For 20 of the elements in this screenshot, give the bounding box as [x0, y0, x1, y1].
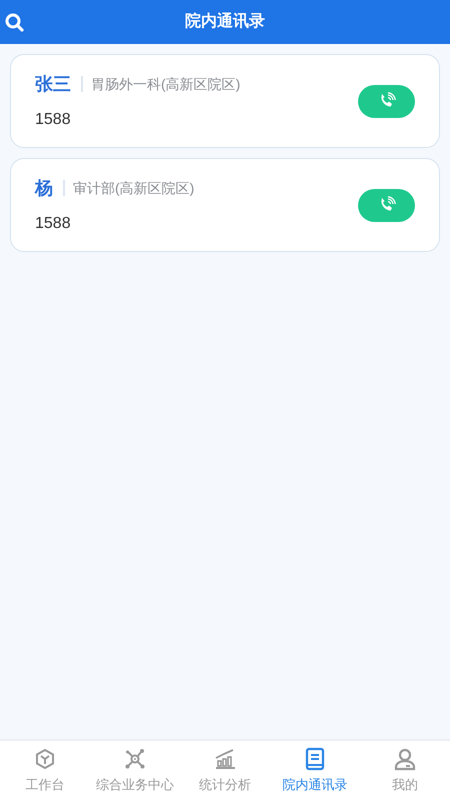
tab-item[interactable]: 院内通讯录	[270, 741, 360, 800]
cube-icon	[33, 746, 57, 771]
tab-item[interactable]: 综合业务中心	[90, 741, 180, 800]
department-label: 胃肠外一科(高新区院区)	[91, 74, 240, 94]
call-button[interactable]	[358, 188, 415, 222]
network-icon	[123, 746, 147, 771]
page-title: 院内通讯录	[185, 11, 265, 32]
user-icon	[393, 746, 417, 771]
tab-item[interactable]: 统计分析	[180, 741, 270, 800]
bar-chart-icon	[213, 746, 237, 771]
call-button[interactable]	[358, 84, 415, 118]
department-label: 审计部(高新区院区)	[73, 178, 194, 198]
tab-item[interactable]: 工作台	[0, 741, 90, 800]
search-icon[interactable]	[5, 13, 24, 32]
contact-name: 杨	[35, 176, 53, 200]
phone-number: 1588	[35, 214, 72, 234]
tab-item[interactable]: 我的	[360, 741, 450, 800]
contact-name: 张三	[35, 72, 71, 96]
phone-number: 1588	[35, 110, 72, 130]
book-icon	[303, 746, 327, 771]
